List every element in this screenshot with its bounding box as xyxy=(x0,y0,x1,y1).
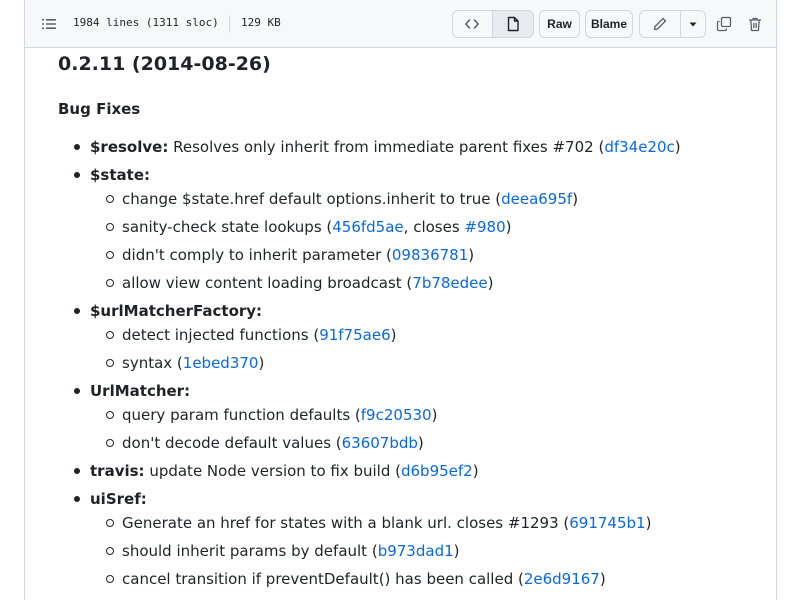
line-count: 1984 lines (1311 sloc) xyxy=(73,16,219,29)
section-heading: Bug Fixes xyxy=(58,100,141,118)
copy-button[interactable] xyxy=(714,14,734,34)
blame-button[interactable]: Blame xyxy=(585,10,633,38)
commit-link[interactable]: 63607bdb xyxy=(342,434,418,452)
issue-link[interactable]: #980 xyxy=(464,218,505,236)
commit-link[interactable]: b973dad1 xyxy=(378,542,454,560)
view-mode-toggle xyxy=(452,10,534,38)
commit-link[interactable]: 7b78edee xyxy=(412,274,487,292)
commit-link[interactable]: 1ebed370 xyxy=(183,354,259,372)
delete-button[interactable] xyxy=(745,14,765,34)
file-icon xyxy=(507,16,519,32)
triangle-down-icon xyxy=(689,22,697,27)
bullet xyxy=(74,308,80,314)
toolbar-divider xyxy=(229,15,230,33)
bullet xyxy=(106,359,114,367)
bullet xyxy=(106,251,114,259)
bullet xyxy=(74,388,80,394)
bullet xyxy=(106,575,114,583)
bullet xyxy=(74,172,80,178)
edit-button[interactable] xyxy=(640,11,682,37)
commit-link[interactable]: deea695f xyxy=(501,190,572,208)
code-icon xyxy=(465,19,480,29)
preview-view-button[interactable] xyxy=(492,11,533,37)
bullet xyxy=(106,195,114,203)
bullet xyxy=(74,496,80,502)
bullet xyxy=(106,411,114,419)
list-unordered-icon[interactable] xyxy=(41,16,57,32)
bullet xyxy=(106,439,114,447)
file-size: 129 KB xyxy=(241,16,281,29)
commit-link[interactable]: 2e6d9167 xyxy=(524,570,600,588)
code-view-button[interactable] xyxy=(453,11,493,37)
edit-button-group xyxy=(639,10,706,38)
pencil-icon xyxy=(654,17,667,31)
bullet xyxy=(74,144,80,150)
commit-link[interactable]: 91f75ae6 xyxy=(319,326,390,344)
commit-link[interactable]: 691745b1 xyxy=(569,514,645,532)
bullet xyxy=(106,547,114,555)
version-heading: 0.2.11 (2014-08-26) xyxy=(58,53,271,75)
commit-link[interactable]: 09836781 xyxy=(392,246,468,264)
commit-link[interactable]: df34e20c xyxy=(604,138,674,156)
copy-icon xyxy=(716,16,732,32)
bullet xyxy=(106,223,114,231)
commit-link[interactable]: 456fd5ae xyxy=(332,218,403,236)
file-toolbar: 1984 lines (1311 sloc) 129 KB Raw Blame xyxy=(25,0,776,48)
bullet xyxy=(106,331,114,339)
commit-link[interactable]: f9c20530 xyxy=(361,406,432,424)
file-viewer: 1984 lines (1311 sloc) 129 KB Raw Blame xyxy=(24,0,777,600)
bullet xyxy=(106,279,114,287)
trash-icon xyxy=(749,17,761,32)
edit-dropdown-button[interactable] xyxy=(681,11,705,37)
commit-link[interactable]: d6b95ef2 xyxy=(401,462,473,480)
bullet xyxy=(106,519,114,527)
bullet xyxy=(74,468,80,474)
raw-button[interactable]: Raw xyxy=(539,10,580,38)
